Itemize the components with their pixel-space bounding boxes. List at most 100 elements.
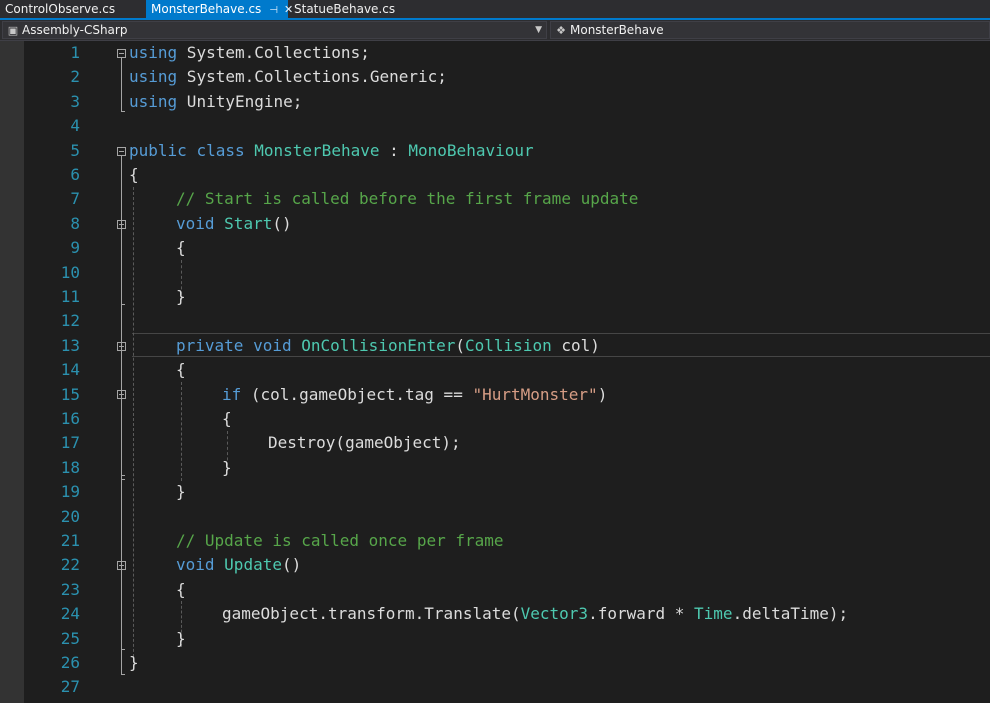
chevron-down-icon: ▼ bbox=[535, 25, 542, 35]
param: col) bbox=[551, 335, 600, 355]
statement: Destroy(gameObject); bbox=[268, 433, 461, 453]
code-line-1: using System.Collections; bbox=[129, 41, 370, 65]
code-line-2: using System.Collections.Generic; bbox=[129, 65, 447, 89]
line-number: 9 bbox=[70, 238, 80, 258]
expression: (col.gameObject.tag == bbox=[241, 384, 473, 404]
expression: .forward * bbox=[588, 604, 695, 624]
line-number: 26 bbox=[60, 653, 80, 672]
brace: } bbox=[222, 457, 232, 477]
class-name: MonsterBehave bbox=[570, 23, 664, 37]
line-number: 12 bbox=[60, 311, 80, 331]
code-line-5: public class MonsterBehave : MonoBehavio… bbox=[129, 139, 534, 163]
keyword: public bbox=[129, 140, 187, 160]
code-line-13: private void OnCollisionEnter(Collision … bbox=[176, 334, 600, 358]
tab-controlobserve[interactable]: ControlObserve.cs bbox=[0, 0, 146, 18]
punct: : bbox=[379, 140, 409, 160]
type-name: Vector3 bbox=[520, 604, 589, 624]
brace: } bbox=[176, 287, 186, 306]
punct: ( bbox=[455, 335, 466, 355]
line-number: 15 bbox=[60, 384, 80, 404]
brace: { bbox=[129, 165, 139, 184]
tab-label: StatueBehave.cs bbox=[294, 2, 396, 16]
outline-guide-end bbox=[121, 304, 125, 305]
code-line-26: } bbox=[129, 651, 139, 675]
tab-statuebehave[interactable]: StatueBehave.cs bbox=[289, 0, 399, 18]
brace: { bbox=[222, 409, 232, 428]
method-name: Update bbox=[224, 555, 282, 575]
code-line-14: { bbox=[176, 358, 186, 382]
type-name: Time bbox=[694, 604, 733, 624]
line-number: 13 bbox=[60, 335, 80, 355]
code-line-8: void Start() bbox=[176, 212, 292, 236]
code-line-18: } bbox=[222, 456, 232, 480]
string-literal: "HurtMonster" bbox=[472, 384, 598, 404]
pin-icon[interactable]: ⊣ bbox=[269, 5, 278, 16]
comment: // Update is called once per frame bbox=[176, 531, 504, 550]
type-name: Collision bbox=[465, 335, 552, 355]
line-number: 16 bbox=[60, 409, 80, 428]
punct: ) bbox=[597, 384, 608, 404]
code-line-21: // Update is called once per frame bbox=[176, 529, 504, 553]
line-number: 20 bbox=[60, 506, 80, 526]
project-dropdown[interactable]: ▣ Assembly-CSharp ▼ bbox=[2, 21, 547, 39]
indicator-margin bbox=[0, 41, 24, 703]
indent-guide bbox=[133, 187, 134, 667]
keyword: using bbox=[129, 67, 178, 87]
line-number: 27 bbox=[60, 677, 80, 697]
namespace: UnityEngine; bbox=[177, 91, 303, 111]
expression: gameObject.transform.Translate( bbox=[222, 604, 521, 624]
csharp-project-icon: ▣ bbox=[7, 24, 19, 37]
code-line-6: { bbox=[129, 163, 139, 187]
brace: { bbox=[176, 238, 186, 258]
keyword: if bbox=[222, 384, 242, 404]
code-line-22: void Update() bbox=[176, 553, 301, 577]
line-number: 7 bbox=[70, 189, 80, 209]
collapse-icon[interactable] bbox=[117, 561, 126, 570]
class-dropdown[interactable]: ❖ MonsterBehave bbox=[550, 21, 990, 39]
class-icon: ❖ bbox=[556, 24, 566, 37]
code-line-16: { bbox=[222, 407, 232, 431]
line-number: 5 bbox=[70, 140, 80, 160]
tab-monsterbehave[interactable]: MonsterBehave.cs ⊣ ✕ bbox=[146, 0, 293, 18]
punct: () bbox=[272, 213, 292, 233]
code-line-9: { bbox=[176, 236, 186, 260]
keyword: void bbox=[253, 335, 292, 355]
comment: // Start is called before the first fram… bbox=[176, 189, 639, 209]
code-line-25: } bbox=[176, 627, 186, 651]
line-number: 11 bbox=[60, 287, 80, 306]
line-number: 3 bbox=[70, 91, 80, 111]
keyword: using bbox=[129, 91, 178, 111]
method-name: Start bbox=[224, 213, 273, 233]
outline-guide-end bbox=[121, 111, 125, 112]
line-number: 14 bbox=[60, 360, 80, 380]
collapse-icon[interactable] bbox=[117, 390, 126, 399]
method-name: OnCollisionEnter bbox=[301, 335, 456, 355]
line-number: 17 bbox=[60, 433, 80, 453]
line-number: 22 bbox=[60, 555, 80, 575]
keyword: class bbox=[196, 140, 245, 160]
indent-guide bbox=[181, 382, 182, 481]
line-number: 19 bbox=[60, 482, 80, 502]
line-number: 24 bbox=[60, 604, 80, 624]
collapse-icon[interactable] bbox=[117, 220, 126, 229]
code-line-3: using UnityEngine; bbox=[129, 90, 302, 114]
punct: () bbox=[281, 555, 302, 575]
collapse-icon[interactable] bbox=[117, 49, 126, 58]
code-line-11: } bbox=[176, 285, 186, 309]
collapse-icon[interactable] bbox=[117, 342, 126, 351]
navigation-bar: ▣ Assembly-CSharp ▼ ❖ MonsterBehave bbox=[0, 20, 990, 41]
keyword: void bbox=[176, 213, 215, 233]
brace: } bbox=[176, 482, 186, 502]
code-line-17: Destroy(gameObject); bbox=[268, 431, 461, 455]
line-number: 4 bbox=[70, 116, 80, 136]
brace: } bbox=[129, 653, 139, 672]
line-number: 25 bbox=[60, 628, 80, 648]
namespace: System.Collections; bbox=[177, 43, 370, 62]
code-editor[interactable]: 1 2 3 4 5 6 7 8 9 10 11 12 13 14 15 16 1… bbox=[24, 41, 990, 703]
collapse-icon[interactable] bbox=[117, 147, 126, 156]
line-number: 8 bbox=[70, 213, 80, 233]
keyword: private bbox=[176, 335, 244, 355]
brace: { bbox=[176, 360, 186, 380]
tab-label: ControlObserve.cs bbox=[5, 2, 116, 16]
namespace: System.Collections.Generic; bbox=[177, 67, 447, 87]
